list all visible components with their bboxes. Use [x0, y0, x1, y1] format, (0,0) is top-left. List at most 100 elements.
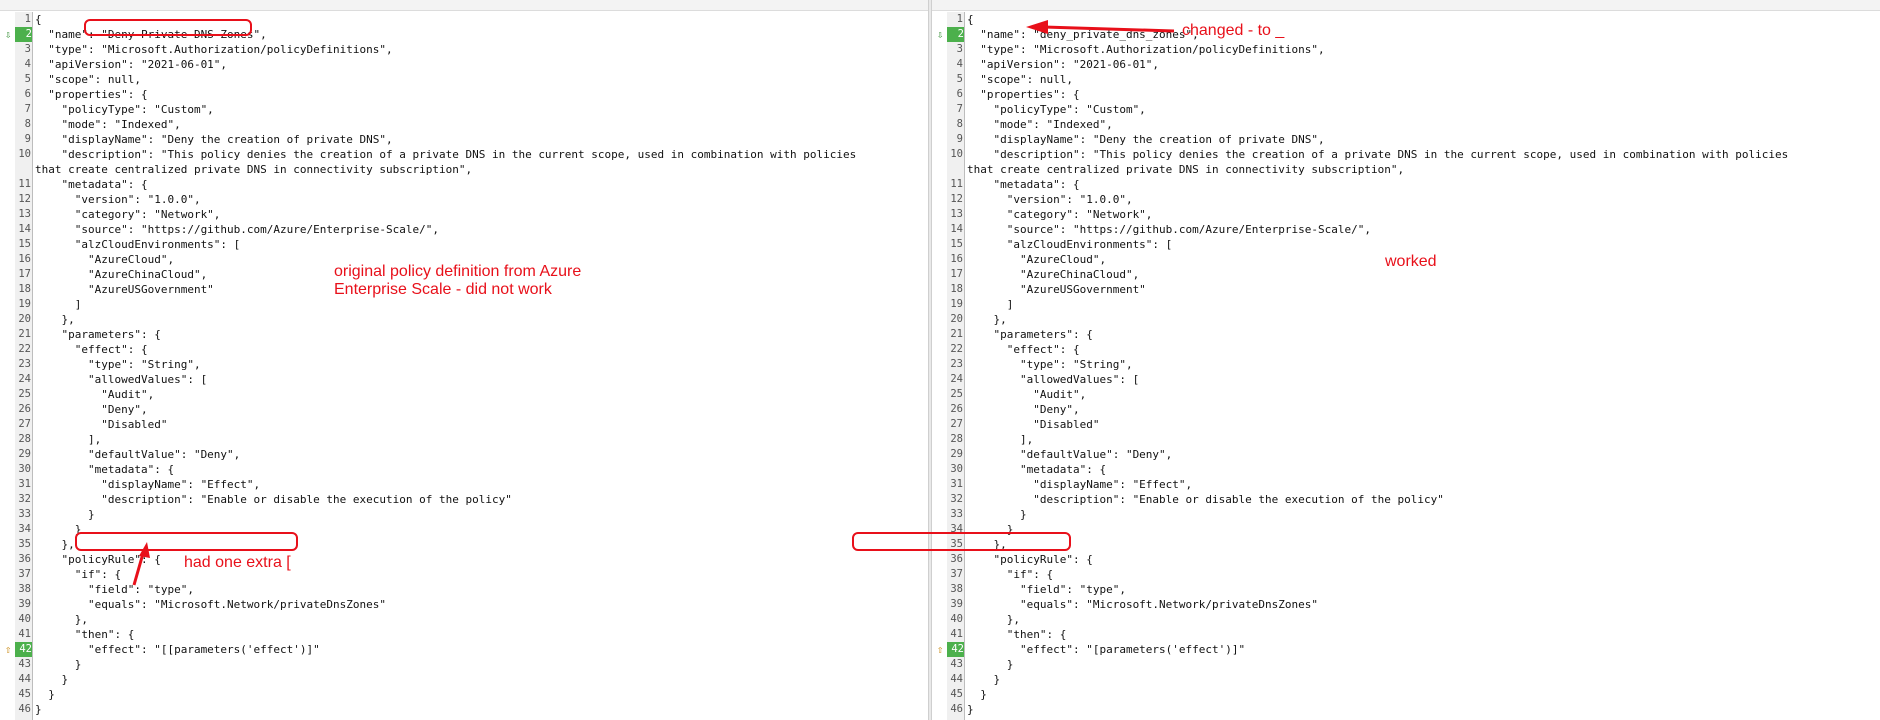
line-number: 20: [950, 313, 963, 325]
code-line[interactable]: 32 "description": "Enable or disable the…: [18, 492, 928, 507]
code-line[interactable]: 20 },: [18, 312, 928, 327]
diff-down-arrow-icon[interactable]: ⇩: [934, 27, 946, 42]
line-number: 43: [950, 658, 963, 670]
code-line[interactable]: 24 "allowedValues": [: [18, 372, 928, 387]
code-line[interactable]: 6 "properties": {: [957, 87, 1880, 102]
code-line[interactable]: 27 "Disabled": [950, 417, 1880, 432]
code-line[interactable]: 33 }: [950, 507, 1880, 522]
right-diff-pane[interactable]: 1{2 ⇩ "name": "deny_private_dns_zones", 3 …: [932, 12, 1880, 720]
code-text: "Disabled": [35, 418, 168, 431]
code-line[interactable]: 21 "parameters": {: [950, 327, 1880, 342]
code-line[interactable]: 28 ],: [18, 432, 928, 447]
code-line[interactable]: 26 "Deny",: [18, 402, 928, 417]
code-line[interactable]: 45 }: [18, 687, 928, 702]
code-line[interactable]: 38 "field": "type",: [18, 582, 928, 597]
code-line[interactable]: 36 "policyRule": {: [950, 552, 1880, 567]
code-line[interactable]: 4 "apiVersion": "2021-06-01",: [25, 57, 928, 72]
code-line[interactable]: 15 "alzCloudEnvironments": [: [18, 237, 928, 252]
code-line[interactable]: 42 ⇧ "effect": "[parameters('effect')]": [937, 642, 1880, 657]
left-diff-pane[interactable]: 1{2 ⇩ "name": "Deny-Private-DNS-Zones", 3 …: [0, 12, 928, 720]
code-line[interactable]: 11 "metadata": {: [950, 177, 1880, 192]
code-line[interactable]: 37 "if": {: [18, 567, 928, 582]
code-line[interactable]: 38 "field": "type",: [950, 582, 1880, 597]
code-line[interactable]: 34 }: [950, 522, 1880, 537]
code-line[interactable]: 20 },: [950, 312, 1880, 327]
code-line[interactable]: 12 "version": "1.0.0",: [18, 192, 928, 207]
code-line[interactable]: 25 "Audit",: [18, 387, 928, 402]
code-line[interactable]: 23 "type": "String",: [18, 357, 928, 372]
code-line[interactable]: 42 ⇧ "effect": "[[parameters('effect')]": [5, 642, 928, 657]
code-line[interactable]: 18 "AzureUSGovernment": [950, 282, 1880, 297]
code-line[interactable]: 41 "then": {: [950, 627, 1880, 642]
code-line[interactable]: 43 }: [18, 657, 928, 672]
code-line[interactable]: 26 "Deny",: [950, 402, 1880, 417]
code-line[interactable]: 36 "policyRule": {: [18, 552, 928, 567]
code-line[interactable]: 28 ],: [950, 432, 1880, 447]
code-line[interactable]: 3 "type": "Microsoft.Authorization/polic…: [25, 42, 928, 57]
code-line[interactable]: 46}: [18, 702, 928, 717]
code-line[interactable]: 39 "equals": "Microsoft.Network/privateD…: [950, 597, 1880, 612]
diff-down-arrow-icon[interactable]: ⇩: [2, 27, 14, 42]
diff-up-arrow-icon[interactable]: ⇧: [934, 642, 946, 657]
code-line[interactable]: 4 "apiVersion": "2021-06-01",: [957, 57, 1880, 72]
code-line[interactable]: 44 }: [950, 672, 1880, 687]
diff-up-arrow-icon[interactable]: ⇧: [2, 642, 14, 657]
line-number: 44: [950, 673, 963, 685]
code-text: "type": "String",: [967, 358, 1133, 371]
code-line[interactable]: 8 "mode": "Indexed",: [957, 117, 1880, 132]
code-line[interactable]: 21 "parameters": {: [18, 327, 928, 342]
code-line[interactable]: 30 "metadata": {: [18, 462, 928, 477]
code-line[interactable]: 8 "mode": "Indexed",: [25, 117, 928, 132]
right-code-lines[interactable]: 1{2 ⇩ "name": "deny_private_dns_zones", 3 …: [937, 12, 1880, 717]
left-effect-highlight-box: [75, 532, 298, 551]
line-number: 7: [24, 103, 31, 115]
code-line[interactable]: 5 "scope": null,: [957, 72, 1880, 87]
code-line[interactable]: 45 }: [950, 687, 1880, 702]
code-line[interactable]: 10 "description": "This policy denies th…: [950, 147, 1880, 162]
code-line[interactable]: 6 "properties": {: [25, 87, 928, 102]
code-line[interactable]: 9 "displayName": "Deny the creation of p…: [957, 132, 1880, 147]
code-line[interactable]: 13 "category": "Network",: [18, 207, 928, 222]
code-line[interactable]: 27 "Disabled": [18, 417, 928, 432]
code-line[interactable]: 22 "effect": {: [18, 342, 928, 357]
code-line[interactable]: 31 "displayName": "Effect",: [950, 477, 1880, 492]
code-line[interactable]: 25 "Audit",: [950, 387, 1880, 402]
code-line[interactable]: 39 "equals": "Microsoft.Network/privateD…: [18, 597, 928, 612]
code-line[interactable]: 12 "version": "1.0.0",: [950, 192, 1880, 207]
code-line[interactable]: 15 "alzCloudEnvironments": [: [950, 237, 1880, 252]
left-code-lines[interactable]: 1{2 ⇩ "name": "Deny-Private-DNS-Zones", 3 …: [5, 12, 928, 717]
code-line[interactable]: 33 }: [18, 507, 928, 522]
code-line[interactable]: that create centralized private DNS in c…: [965, 162, 1880, 177]
code-line[interactable]: 23 "type": "String",: [950, 357, 1880, 372]
code-line[interactable]: 37 "if": {: [950, 567, 1880, 582]
code-line[interactable]: 35 },: [950, 537, 1880, 552]
code-line[interactable]: 11 "metadata": {: [18, 177, 928, 192]
code-line[interactable]: 9 "displayName": "Deny the creation of p…: [25, 132, 928, 147]
code-line[interactable]: 31 "displayName": "Effect",: [18, 477, 928, 492]
code-line[interactable]: 32 "description": "Enable or disable the…: [950, 492, 1880, 507]
code-line[interactable]: 14 "source": "https://github.com/Azure/E…: [18, 222, 928, 237]
code-line[interactable]: that create centralized private DNS in c…: [33, 162, 928, 177]
line-number: 16: [18, 253, 31, 265]
code-line[interactable]: 10 "description": "This policy denies th…: [18, 147, 928, 162]
line-number: 9: [956, 133, 963, 145]
code-line[interactable]: 44 }: [18, 672, 928, 687]
code-line[interactable]: 29 "defaultValue": "Deny",: [18, 447, 928, 462]
code-line[interactable]: 7 "policyType": "Custom",: [957, 102, 1880, 117]
code-line[interactable]: 24 "allowedValues": [: [950, 372, 1880, 387]
code-line[interactable]: 19 ]: [950, 297, 1880, 312]
code-line[interactable]: 7 "policyType": "Custom",: [25, 102, 928, 117]
code-line[interactable]: 22 "effect": {: [950, 342, 1880, 357]
code-line[interactable]: 30 "metadata": {: [950, 462, 1880, 477]
code-line[interactable]: 29 "defaultValue": "Deny",: [950, 447, 1880, 462]
code-line[interactable]: 13 "category": "Network",: [950, 207, 1880, 222]
code-line[interactable]: 43 }: [950, 657, 1880, 672]
code-line[interactable]: 41 "then": {: [18, 627, 928, 642]
line-number: 13: [18, 208, 31, 220]
code-line[interactable]: 46}: [950, 702, 1880, 717]
code-line[interactable]: 3 "type": "Microsoft.Authorization/polic…: [957, 42, 1880, 57]
code-line[interactable]: 40 },: [18, 612, 928, 627]
code-line[interactable]: 14 "source": "https://github.com/Azure/E…: [950, 222, 1880, 237]
code-line[interactable]: 40 },: [950, 612, 1880, 627]
code-line[interactable]: 5 "scope": null,: [25, 72, 928, 87]
